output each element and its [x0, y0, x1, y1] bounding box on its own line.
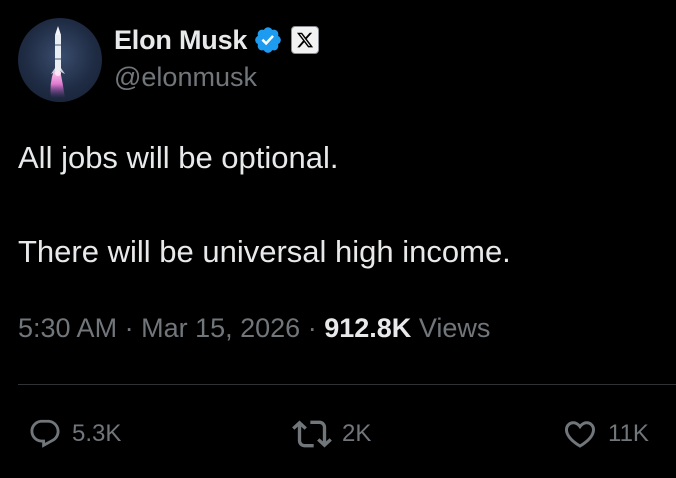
reply-count: 5.3K [72, 420, 122, 447]
divider [18, 384, 676, 385]
views-label: Views [418, 313, 491, 343]
meta-separator: · [124, 313, 134, 343]
views-count[interactable]: 912.8K [324, 313, 411, 343]
verified-badge-icon[interactable] [253, 25, 283, 55]
meta-separator: · [307, 313, 317, 343]
tweet-date[interactable]: Mar 15, 2026 [141, 313, 300, 343]
rocket-avatar-icon [50, 26, 65, 98]
tweet-meta: 5:30 AM · Mar 15, 2026 · 912.8K Views [18, 313, 490, 344]
reply-icon [30, 419, 60, 448]
tweet-time[interactable]: 5:30 AM [18, 313, 117, 343]
author-name-row: Elon Musk [114, 22, 320, 58]
tweet-card: Elon Musk @elonmusk All jobs will be opt… [0, 0, 676, 478]
like-button[interactable]: 11K [562, 414, 649, 454]
avatar[interactable] [18, 18, 102, 102]
repost-count: 2K [342, 420, 372, 447]
like-count: 11K [608, 420, 649, 447]
reply-button[interactable]: 5.3K [28, 414, 121, 454]
repost-icon [292, 420, 332, 448]
tweet-text-line: All jobs will be optional. [18, 140, 339, 175]
author-handle[interactable]: @elonmusk [114, 62, 257, 93]
tweet-text-line: There will be universal high income. [18, 234, 511, 269]
x-logo-icon[interactable] [291, 26, 320, 54]
heart-icon [564, 421, 596, 448]
author-display-name[interactable]: Elon Musk [114, 25, 247, 56]
repost-button[interactable]: 2K [292, 414, 371, 454]
